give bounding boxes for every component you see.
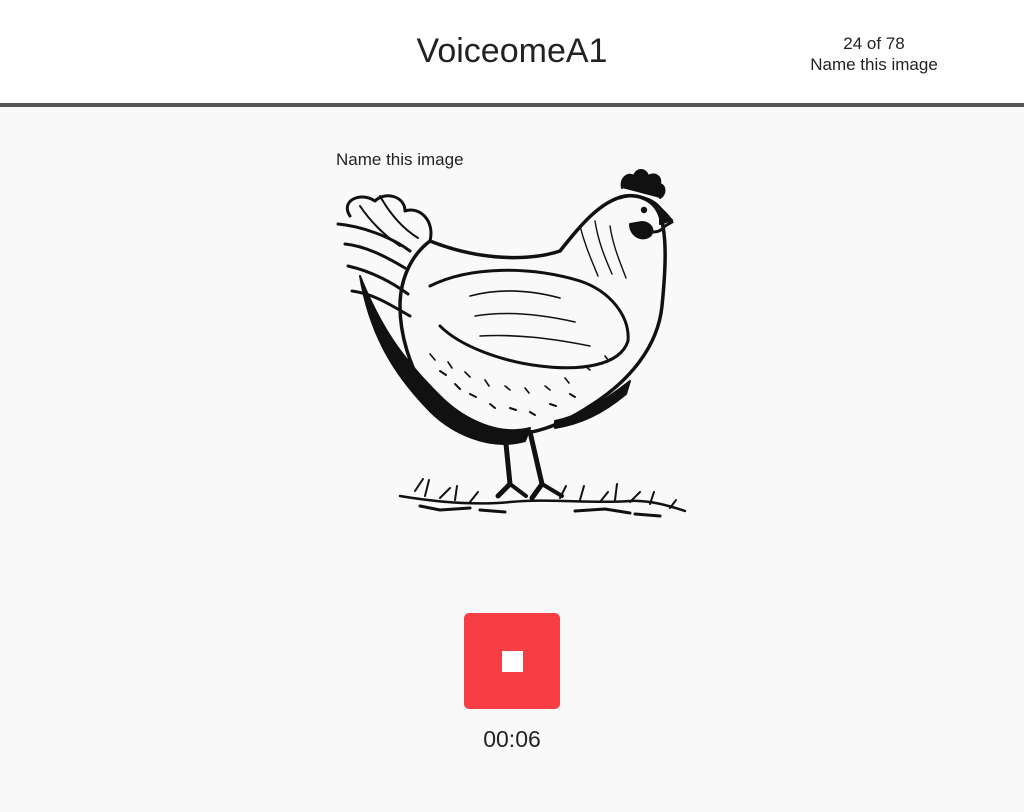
task-name: Name this image — [810, 55, 938, 74]
header-divider — [0, 103, 1024, 107]
app-header: VoiceomeA1 24 of 78 Name this image — [0, 0, 1024, 103]
task-progress: 24 of 78 Name this image — [794, 33, 954, 75]
stop-icon — [502, 651, 523, 672]
task-counter: 24 of 78 — [843, 34, 905, 53]
hen-image — [336, 169, 687, 518]
recording-timer: 00:06 — [483, 726, 541, 752]
stop-recording-button[interactable] — [464, 613, 560, 709]
